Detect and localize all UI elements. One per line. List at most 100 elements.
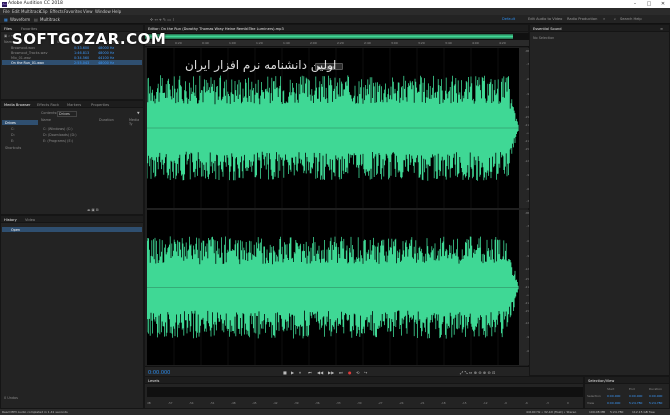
- menu-multitrack[interactable]: Multitrack: [21, 9, 41, 14]
- level-scale-label: -54: [189, 401, 194, 405]
- tab-video[interactable]: Video: [25, 218, 35, 222]
- header-end: End: [629, 387, 635, 391]
- workspace-default[interactable]: Default: [502, 17, 515, 21]
- media-browser-footer-icons[interactable]: ◂▸ ▣ ⊞: [87, 208, 99, 212]
- ruler-tick: 3:00: [391, 41, 398, 45]
- tree-drive-e[interactable]: E:: [11, 139, 14, 143]
- media-browser-panel: Media Browser Effects Rack Markers Prope…: [0, 100, 144, 215]
- ruler-tick: 3:40: [445, 41, 452, 45]
- overview-waveform[interactable]: [145, 33, 530, 40]
- file-name[interactable]: Brownout_Tracks.wav: [11, 51, 47, 55]
- zoom-controls-icons[interactable]: ⤢ ⤡ ⇔ ⊕ ⊖ ⊕ ⊖ ⊡: [460, 370, 495, 375]
- drive-row[interactable]: C: (Windows) (C:): [43, 127, 73, 131]
- menu-edit[interactable]: Edit: [12, 9, 20, 14]
- menu-file[interactable]: File: [3, 9, 10, 14]
- drive-row[interactable]: E: (Programs) (E:): [43, 139, 73, 143]
- move-to-start-icon[interactable]: ⏮: [308, 370, 312, 375]
- level-scale-label: -21: [420, 401, 425, 405]
- move-to-end-icon[interactable]: ⏭: [339, 370, 343, 375]
- menu-bar: File Edit Multitrack Clip Effects Favori…: [0, 8, 670, 15]
- multitrack-icon[interactable]: ▤: [34, 17, 38, 22]
- tree-drive-d[interactable]: D:: [11, 133, 15, 137]
- menu-window[interactable]: Window: [95, 9, 111, 14]
- watermark-tagline: اولین دانشنامه نرم افزار ایران: [185, 58, 337, 72]
- menu-view[interactable]: View: [83, 9, 93, 14]
- ruler-tick: 4:20: [499, 41, 506, 45]
- selection-view-panel: Selection/View Start End Duration Select…: [584, 376, 670, 409]
- workspace-edit-audio-to-video[interactable]: Edit Audio to Video: [528, 17, 562, 21]
- maximize-button[interactable]: □: [642, 0, 656, 8]
- tab-markers[interactable]: Markers: [67, 103, 81, 107]
- filter-icon[interactable]: ▼: [137, 111, 140, 115]
- watermark-logo-text: SOFTGOZAR.COM: [12, 30, 167, 48]
- tab-selection-view[interactable]: Selection/View: [588, 379, 614, 383]
- level-scale-label: -39: [294, 401, 299, 405]
- workspace-menu-icon[interactable]: »: [603, 17, 605, 21]
- loop-icon[interactable]: ⟲: [356, 370, 359, 375]
- menu-help[interactable]: Help: [112, 9, 121, 14]
- status-format: 44100 Hz • 32-bit (float) • Stereo: [526, 409, 577, 414]
- drive-row[interactable]: D: (Downloads) (D:): [43, 133, 77, 137]
- app-icon: Au: [2, 1, 7, 7]
- selection-end[interactable]: 0:00.000: [629, 394, 642, 398]
- channel-left[interactable]: [147, 48, 519, 208]
- history-item[interactable]: Open: [11, 228, 20, 232]
- menu-effects[interactable]: Effects: [50, 9, 64, 14]
- tab-files[interactable]: Files: [4, 27, 12, 31]
- history-item-selected[interactable]: [2, 227, 142, 232]
- menu-clip[interactable]: Clip: [40, 9, 48, 14]
- file-duration: 2:55.043: [74, 61, 90, 65]
- column-media-type[interactable]: Media Ty: [129, 118, 143, 126]
- waveform-editor: Editor: On the Run (Dorothy Thomas Wray …: [144, 24, 530, 377]
- fast-forward-icon[interactable]: ▶▶: [328, 370, 334, 375]
- rewind-icon[interactable]: ◀◀: [317, 370, 323, 375]
- tab-properties[interactable]: Properties: [91, 103, 109, 107]
- column-duration[interactable]: Duration: [99, 118, 114, 122]
- view-start[interactable]: 0:00.000: [607, 401, 620, 405]
- view-duration[interactable]: 5:24.780: [649, 401, 662, 405]
- tree-drive-c[interactable]: C:: [11, 127, 15, 131]
- toolbar: ▦ Waveform ▤ Multitrack ✣ ↔ ⌖ ✎ ▭ ⌇ Defa…: [0, 15, 670, 24]
- level-scale-label: -42: [273, 401, 278, 405]
- column-name[interactable]: Name: [41, 118, 51, 122]
- minimize-button[interactable]: –: [628, 0, 642, 8]
- menu-favorites[interactable]: Favorites: [64, 9, 82, 14]
- selection-label: Selection: [587, 394, 601, 398]
- view-end[interactable]: 5:24.780: [629, 401, 642, 405]
- channel-right[interactable]: [147, 210, 519, 365]
- tab-effects-rack[interactable]: Effects Rack: [37, 103, 59, 107]
- tab-mixer[interactable]: Mixer: [245, 27, 255, 31]
- tree-drives[interactable]: Drives: [5, 121, 16, 125]
- tab-history[interactable]: History: [4, 218, 17, 222]
- close-button[interactable]: ✕: [656, 0, 670, 8]
- panel-menu-icon[interactable]: ≡: [660, 27, 663, 31]
- tab-editor[interactable]: Editor: On the Run (Dorothy Thomas Wray …: [148, 27, 284, 31]
- tab-media-browser[interactable]: Media Browser: [4, 103, 31, 107]
- tab-essential-sound[interactable]: Essential Sound: [533, 27, 562, 31]
- skip-icon[interactable]: ↪: [364, 370, 367, 375]
- tab-levels[interactable]: Levels: [148, 379, 159, 383]
- tree-shortcuts[interactable]: Shortcuts: [5, 146, 21, 150]
- tool-icons[interactable]: ✣ ↔ ⌖ ✎ ▭ ⌇: [150, 17, 174, 22]
- play-icon[interactable]: ▶: [291, 370, 294, 375]
- pause-icon[interactable]: ⏸: [299, 370, 301, 375]
- file-name[interactable]: On the Run_01.wav: [11, 61, 44, 65]
- workspace-radio-production[interactable]: Radio Production: [567, 17, 597, 21]
- overview-waveform-graphic: [145, 34, 513, 39]
- multitrack-view-button[interactable]: Multitrack: [40, 17, 60, 22]
- waveform-view-button[interactable]: Waveform: [10, 17, 30, 22]
- status-bar: Read MP3 Audio completed in 1.41 seconds…: [0, 409, 670, 415]
- time-ruler[interactable]: hms 0:20 0:40 1:00 1:20 1:40 2:00 2:20 2…: [145, 40, 530, 47]
- waveform-left: [147, 48, 519, 208]
- selection-duration[interactable]: 0:00.000: [649, 394, 662, 398]
- level-scale-label: -36: [315, 401, 320, 405]
- waveform-icon[interactable]: ▦: [4, 17, 8, 22]
- selection-start[interactable]: 0:00.000: [607, 394, 620, 398]
- ruler-tick: 1:40: [283, 41, 290, 45]
- header-start: Start: [607, 387, 615, 391]
- contents-dropdown[interactable]: Drives: [57, 111, 77, 117]
- search-help-input[interactable]: Search Help: [620, 17, 642, 21]
- search-icon: ⌕: [614, 17, 617, 21]
- stop-icon[interactable]: ■: [283, 370, 287, 375]
- record-icon[interactable]: ●: [348, 370, 352, 375]
